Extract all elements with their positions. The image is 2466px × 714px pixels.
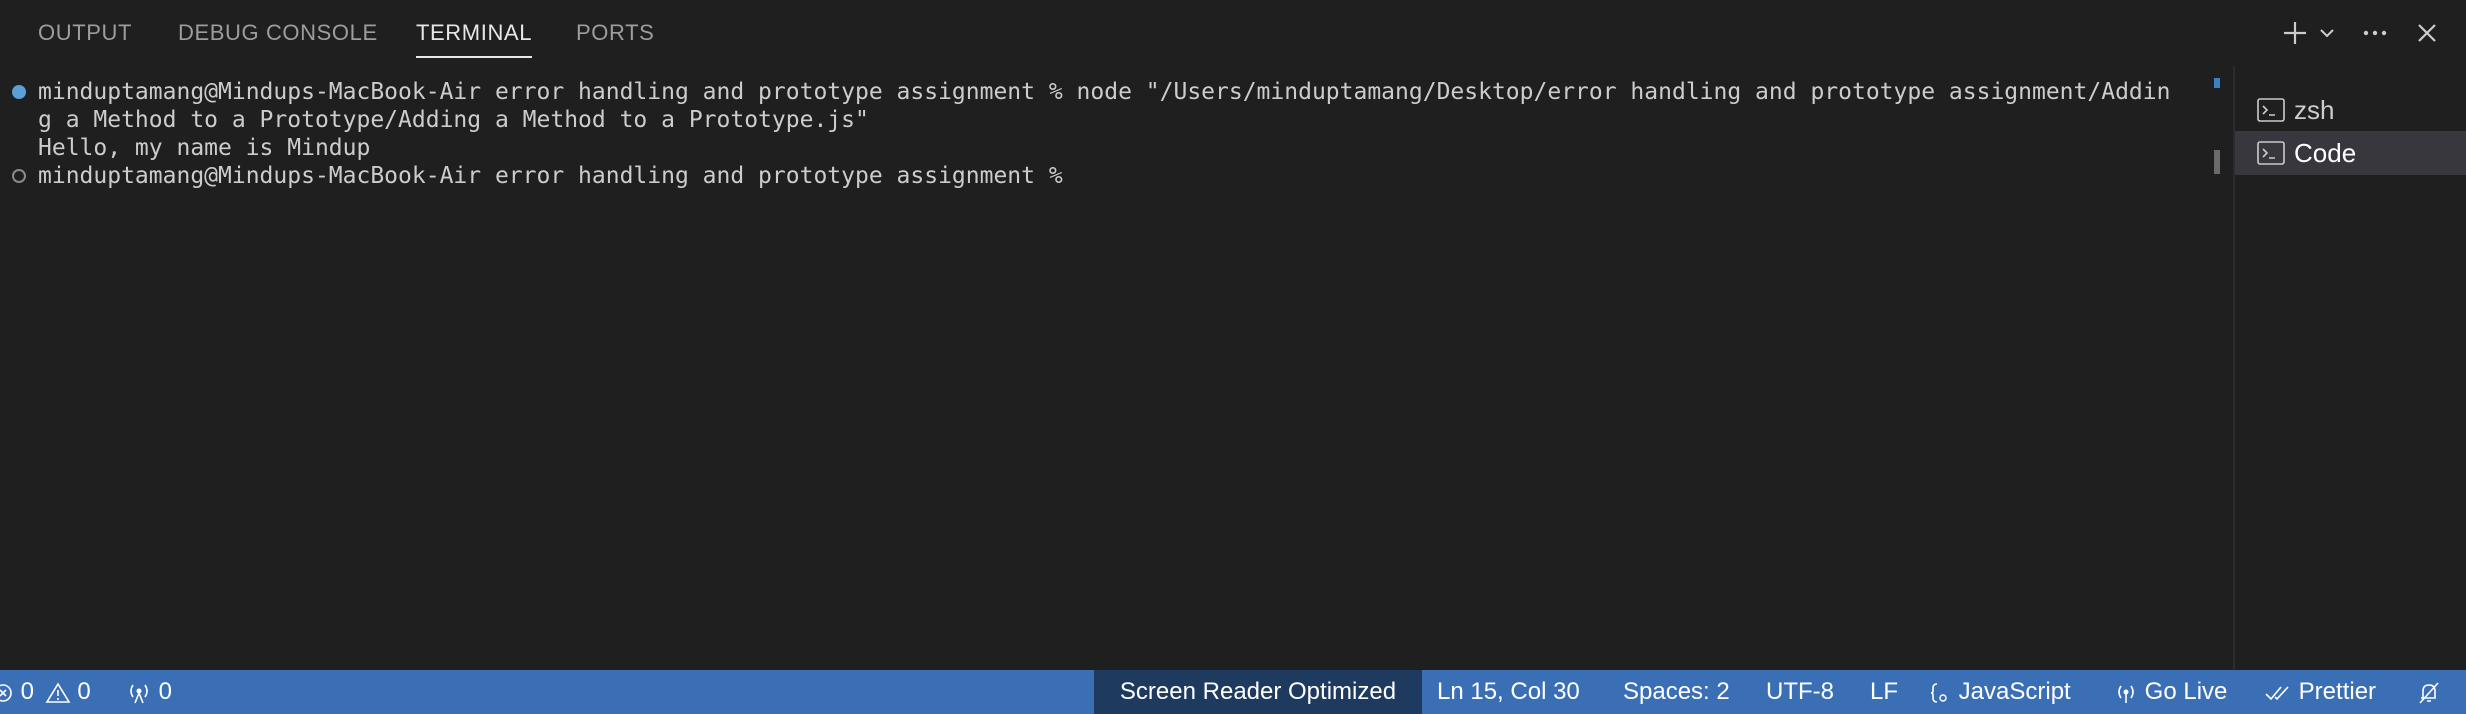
double-check-icon xyxy=(2265,686,2289,700)
status-bar: 0 0 0 Screen Reader Optimized Ln 15, Col… xyxy=(0,670,2466,714)
warning-icon xyxy=(45,682,71,703)
broadcast-icon xyxy=(130,684,148,703)
close-icon[interactable] xyxy=(2410,16,2444,50)
language-mode[interactable]: JavaScript xyxy=(1928,670,2071,714)
error-count: 0 xyxy=(20,678,35,705)
terminal-line: Hello, my name is Mindup xyxy=(38,135,371,161)
language-label: JavaScript xyxy=(1958,678,2071,705)
terminal-list-label: zsh xyxy=(2294,95,2335,125)
broadcast-icon xyxy=(2118,685,2134,703)
terminal-icon xyxy=(2257,141,2285,165)
scrollbar-marker xyxy=(2214,78,2220,88)
terminal-list-item-code[interactable]: Code xyxy=(2235,131,2466,175)
problems-status[interactable]: 0 0 xyxy=(0,670,91,714)
tab-terminal-label: TERMINAL xyxy=(416,20,533,45)
tab-ports-label: PORTS xyxy=(576,20,655,45)
notifications-button[interactable] xyxy=(2416,670,2442,714)
go-live-label: Go Live xyxy=(2144,678,2228,705)
encoding-label: UTF-8 xyxy=(1766,678,1834,705)
terminal-line: g a Method to a Prototype/Adding a Metho… xyxy=(38,107,869,133)
prettier-status[interactable]: Prettier xyxy=(2264,670,2376,714)
ports-status[interactable]: 0 xyxy=(126,670,172,714)
active-tab-indicator xyxy=(416,56,533,58)
eol-label: LF xyxy=(1870,678,1899,705)
more-icon[interactable] xyxy=(2358,16,2392,50)
command-success-decoration[interactable] xyxy=(12,85,26,99)
go-live-button[interactable]: Go Live xyxy=(2114,670,2227,714)
command-pending-decoration[interactable] xyxy=(12,169,26,183)
cursor-position[interactable]: Ln 15, Col 30 xyxy=(1437,670,1580,714)
bell-slash-icon xyxy=(2419,682,2439,704)
terminal-list: zsh Code xyxy=(2235,66,2466,670)
tab-ports[interactable]: PORTS xyxy=(576,0,654,66)
terminal-list-item-zsh[interactable]: zsh xyxy=(2235,88,2466,132)
prettier-label: Prettier xyxy=(2298,678,2377,705)
indentation[interactable]: Spaces: 2 xyxy=(1623,670,1730,714)
encoding[interactable]: UTF-8 xyxy=(1766,670,1834,714)
terminal-output[interactable]: minduptamang@Mindups-MacBook-Air error h… xyxy=(0,66,2232,670)
terminal-icon xyxy=(2257,98,2285,122)
tab-terminal[interactable]: TERMINAL xyxy=(416,0,533,66)
terminal-line: minduptamang@Mindups-MacBook-Air error h… xyxy=(38,79,2171,105)
panel-header: OUTPUT DEBUG CONSOLE TERMINAL PORTS xyxy=(0,0,2466,66)
terminal-prompt-line: minduptamang@Mindups-MacBook-Air error h… xyxy=(38,163,1077,189)
end-of-line[interactable]: LF xyxy=(1870,670,1898,714)
screen-reader-label: Screen Reader Optimized xyxy=(1119,678,1397,705)
ports-count: 0 xyxy=(158,678,173,705)
indentation-label: Spaces: 2 xyxy=(1623,678,1730,705)
tab-output[interactable]: OUTPUT xyxy=(38,0,132,66)
tab-debug-console-label: DEBUG CONSOLE xyxy=(178,20,378,45)
plus-icon[interactable] xyxy=(2278,16,2312,50)
tab-output-label: OUTPUT xyxy=(38,20,133,45)
braces-icon xyxy=(1930,682,1947,703)
tab-debug-console[interactable]: DEBUG CONSOLE xyxy=(178,0,378,66)
chevron-down-icon[interactable] xyxy=(2316,16,2338,50)
terminal-scrollbar[interactable] xyxy=(2214,150,2220,174)
cursor-position-label: Ln 15, Col 30 xyxy=(1437,678,1580,705)
screen-reader-mode[interactable]: Screen Reader Optimized xyxy=(1094,670,1422,714)
terminal-list-label: Code xyxy=(2294,138,2357,168)
warning-count: 0 xyxy=(77,678,91,705)
error-icon xyxy=(0,683,12,702)
